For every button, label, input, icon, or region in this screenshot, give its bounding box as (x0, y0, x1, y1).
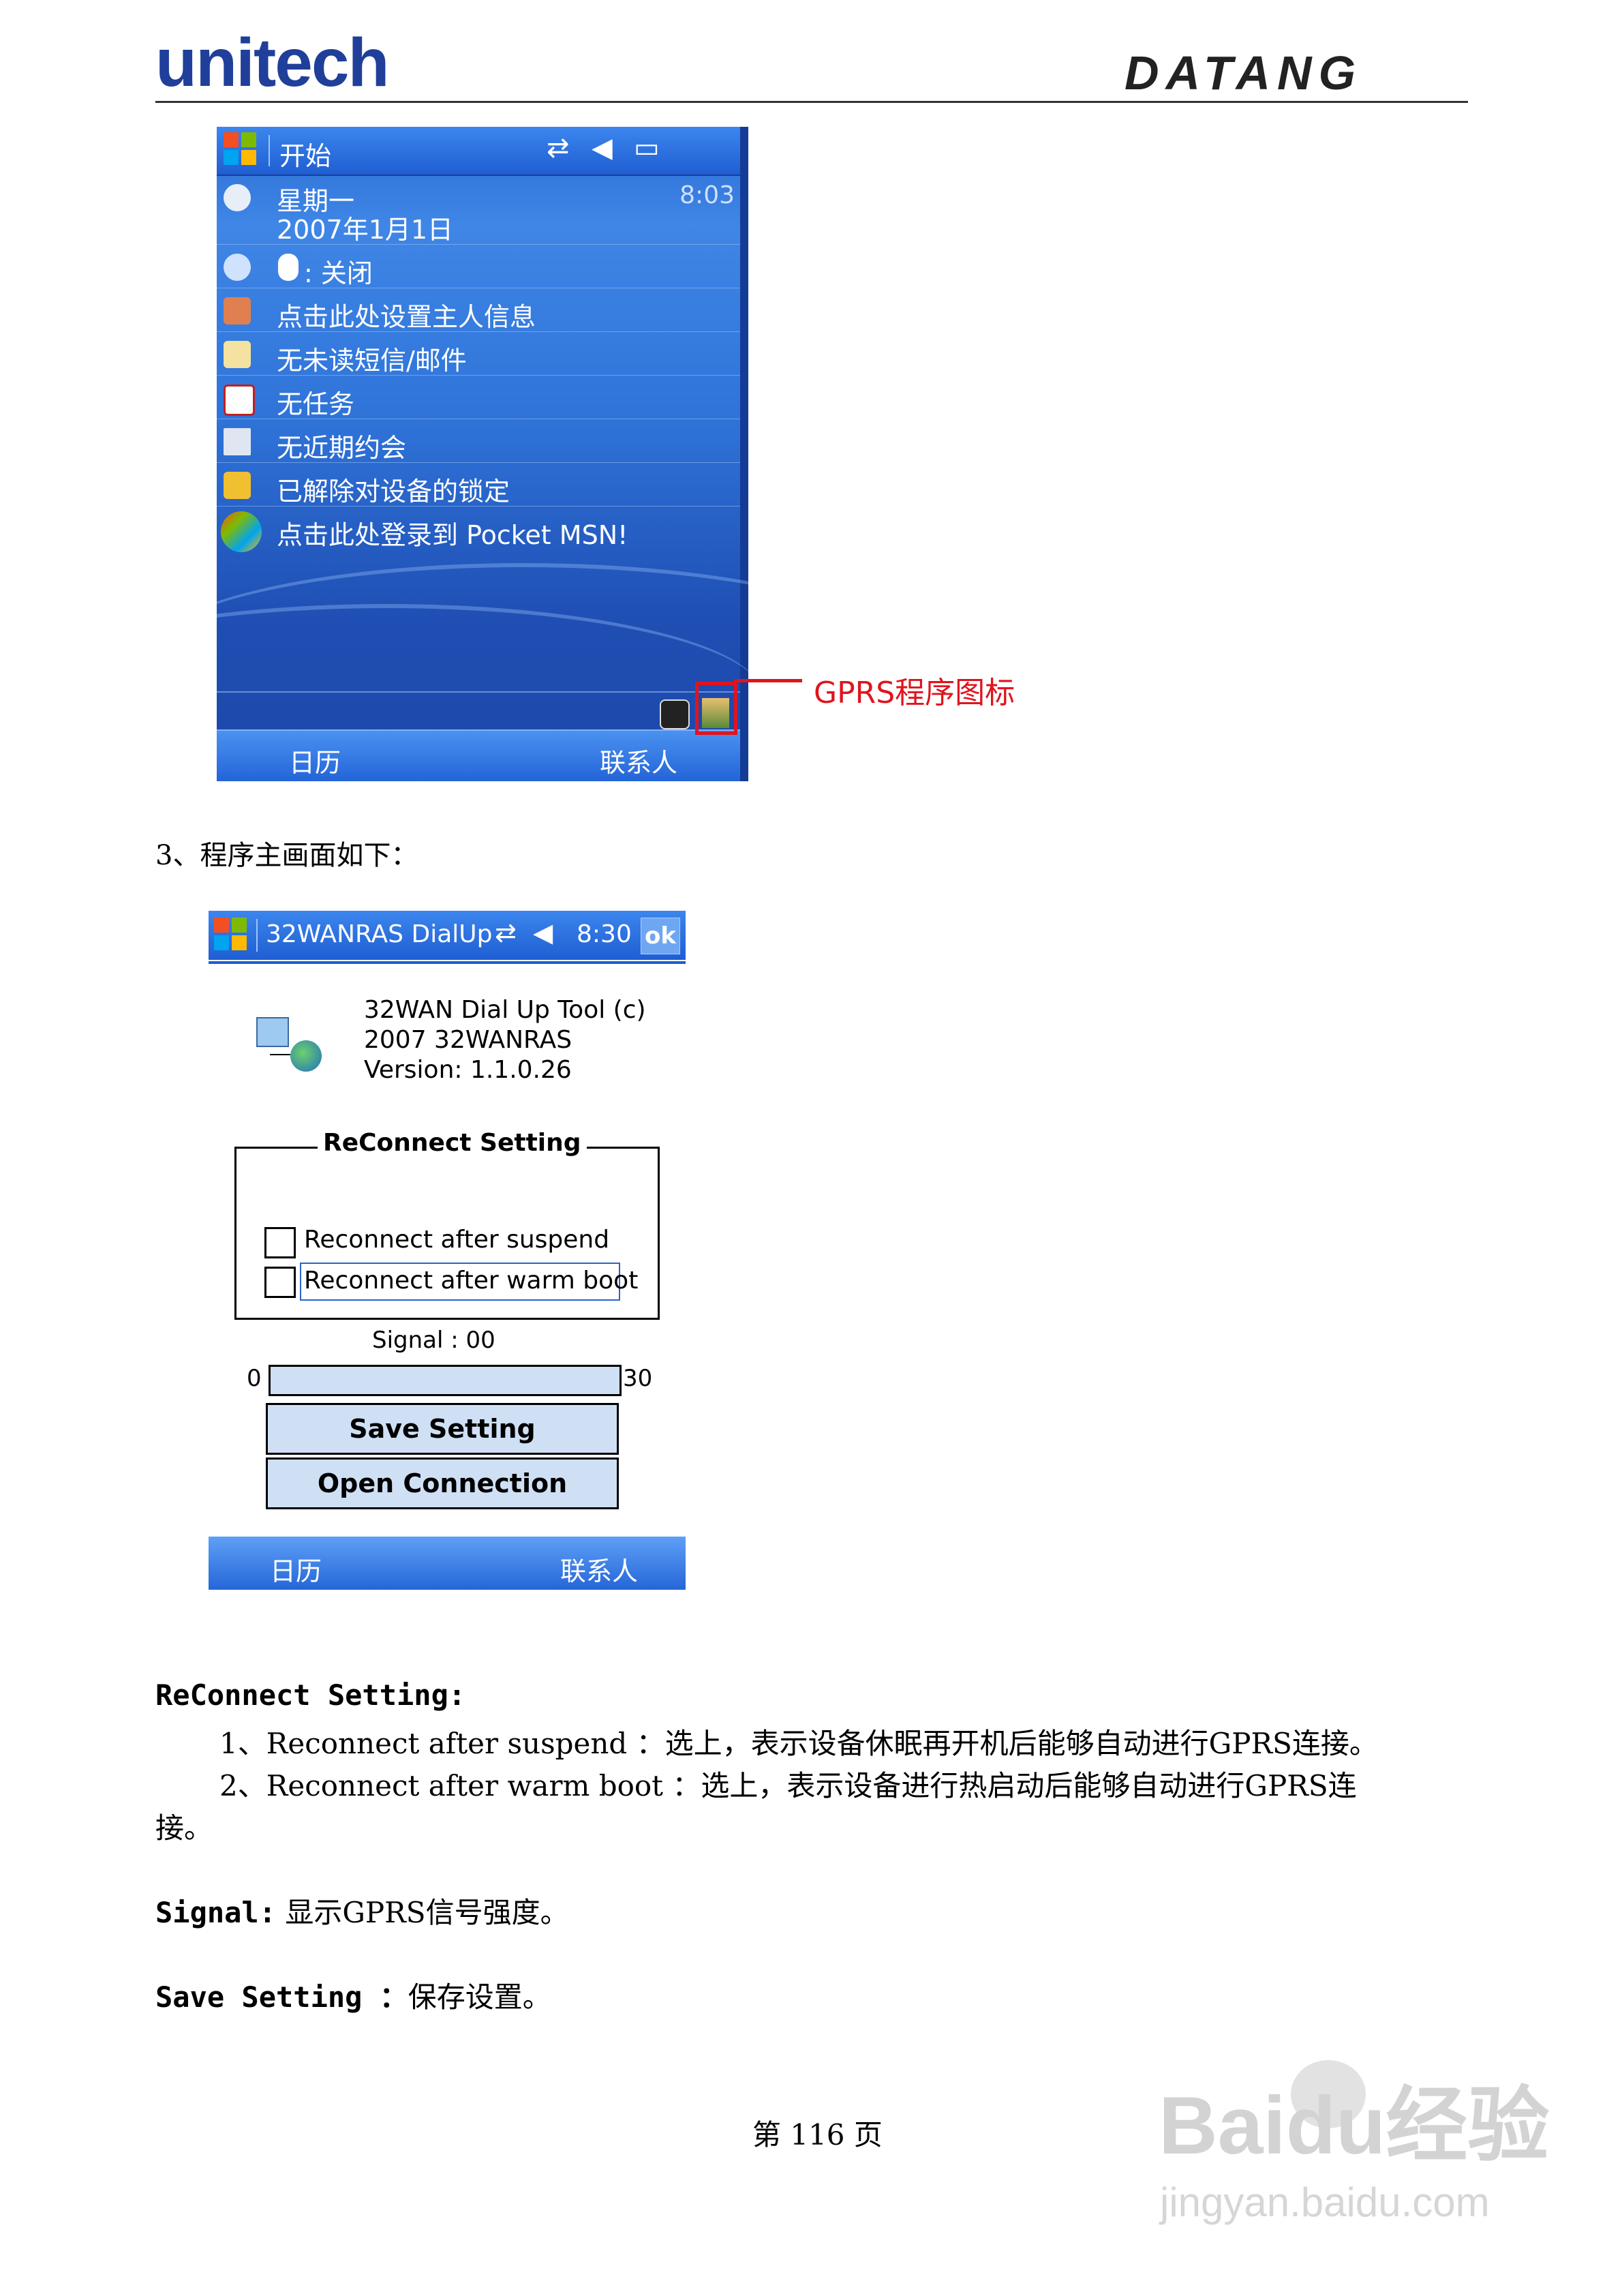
signal-description: 显示GPRS信号强度。 (285, 1896, 569, 1929)
owner-label: 点击此处设置主人信息 (277, 302, 536, 332)
lock-icon (224, 472, 251, 499)
open-connection-button[interactable]: Open Connection (266, 1457, 619, 1509)
baidu-watermark: Baidu经验 (1159, 2080, 1550, 2171)
reconnect-warmboot-label[interactable]: Reconnect after warm boot (304, 1267, 638, 1295)
title-bar-underline (209, 961, 686, 964)
softkey-calendar[interactable]: 日历 (270, 1550, 322, 1588)
tasks-icon (224, 384, 255, 416)
today-item-owner[interactable]: 点击此处设置主人信息 (217, 289, 740, 332)
clock-time: 8:30 (577, 920, 632, 948)
today-screen-screenshot: 开始 ⇄ ◀ ▭ 星期一 2007年1月1日 8:03 : 关闭 点击此处设置主… (217, 127, 748, 781)
start-menu-label[interactable]: 开始 (279, 135, 331, 172)
wireless-icon (224, 254, 251, 281)
title-bar: 开始 ⇄ ◀ ▭ (217, 127, 740, 176)
about-line-2: 2007 32WANRAS (364, 1026, 572, 1054)
unitech-logo: unitech (155, 25, 390, 101)
item-2-text: 2、Reconnect after warm boot ：选上，表示设备进行热启… (219, 1769, 1357, 1802)
header-divider (155, 101, 1468, 103)
msn-label: 点击此处登录到 Pocket MSN! (277, 520, 628, 550)
step3-caption: 3、程序主画面如下： (155, 840, 418, 871)
reconnect-warmboot-checkbox[interactable] (264, 1267, 296, 1298)
app-title-bar: 32WANRAS DialUp ⇄ ◀ 8:30 ok (209, 911, 686, 960)
signal-range-min: 0 (247, 1365, 262, 1392)
today-item-tasks[interactable]: 无任务 (217, 376, 740, 419)
softkey-bar: 日历 联系人 (209, 1537, 686, 1590)
start-flag-icon[interactable] (214, 918, 249, 953)
about-text: 32WAN Dial Up Tool (c) 2007 32WANRAS Ver… (364, 995, 646, 1085)
callout-label: GPRS程序图标 (814, 676, 1015, 710)
callout-highlight-box (695, 682, 737, 735)
today-item-lock[interactable]: 已解除对设备的锁定 (217, 464, 740, 507)
reconnect-suspend-label[interactable]: Reconnect after suspend (304, 1226, 609, 1254)
signal-definition: Signal: 显示GPRS信号强度。 (155, 1890, 569, 1931)
lock-label: 已解除对设备的锁定 (277, 477, 510, 507)
reconnect-group-title: ReConnect Setting (318, 1129, 587, 1157)
baidu-watermark-url: jingyan.baidu.com (1160, 2179, 1490, 2225)
battery-icon[interactable]: ▭ (634, 132, 660, 164)
clock-icon (224, 184, 251, 211)
today-item-bluetooth[interactable]: : 关闭 (217, 245, 740, 288)
today-item-msn[interactable]: 点击此处登录到 Pocket MSN! (217, 507, 740, 552)
system-tray-icon[interactable] (660, 699, 690, 729)
connectivity-icon[interactable]: ⇄ (495, 918, 517, 948)
messages-label: 无未读短信/邮件 (277, 346, 467, 376)
page-number: 第 116 页 (752, 2118, 883, 2151)
date-label: 2007年1月1日 (277, 215, 454, 245)
calendar-label: 无近期约会 (277, 433, 407, 463)
reconnect-heading: ReConnect Setting: (155, 1678, 466, 1712)
connectivity-icon[interactable]: ⇄ (547, 132, 570, 164)
signal-term: Signal: (155, 1896, 277, 1929)
softkey-bar: 日历 联系人 (217, 729, 740, 781)
start-flag-icon[interactable] (224, 132, 259, 168)
save-description: 保存设置。 (408, 1980, 551, 2014)
calendar-icon (224, 428, 251, 455)
softkey-contacts[interactable]: 联系人 (560, 1550, 638, 1588)
ok-button[interactable]: ok (641, 918, 680, 954)
msn-icon (221, 511, 262, 552)
bluetooth-icon (278, 254, 299, 281)
datang-logo: DATANG (1124, 46, 1363, 100)
app-title: 32WANRAS DialUp (266, 920, 493, 948)
save-term: Save Setting ： (155, 1980, 408, 2014)
item-2-continuation: 接。 (155, 1811, 213, 1845)
signal-label: Signal : 00 (372, 1327, 495, 1354)
today-item-messages[interactable]: 无未读短信/邮件 (217, 333, 740, 376)
save-definition: Save Setting ：保存设置。 (155, 1974, 551, 2016)
softkey-calendar[interactable]: 日历 (289, 742, 341, 779)
signal-progress-bar (269, 1365, 622, 1396)
bluetooth-status: : 关闭 (304, 258, 373, 288)
clock-time: 8:03 (679, 181, 735, 209)
softkey-contacts[interactable]: 联系人 (600, 742, 677, 779)
network-connection-icon (256, 1013, 324, 1078)
volume-icon[interactable]: ◀ (592, 132, 613, 164)
date-row[interactable]: 星期一 2007年1月1日 8:03 (217, 176, 740, 245)
about-line-1: 32WAN Dial Up Tool (c) (364, 996, 646, 1024)
today-item-calendar[interactable]: 无近期约会 (217, 420, 740, 463)
reconnect-suspend-checkbox[interactable] (264, 1227, 296, 1258)
tasks-label: 无任务 (277, 389, 355, 419)
save-setting-button[interactable]: Save Setting (266, 1403, 619, 1455)
mail-icon (224, 341, 251, 368)
owner-icon (224, 297, 251, 324)
about-line-3: Version: 1.1.0.26 (364, 1056, 572, 1084)
callout-line (734, 679, 802, 682)
volume-icon[interactable]: ◀ (533, 918, 553, 948)
item-1-text: 1、Reconnect after suspend ：选上，表示设备休眠再开机后… (219, 1727, 1378, 1760)
signal-range-max: 30 (623, 1365, 653, 1392)
